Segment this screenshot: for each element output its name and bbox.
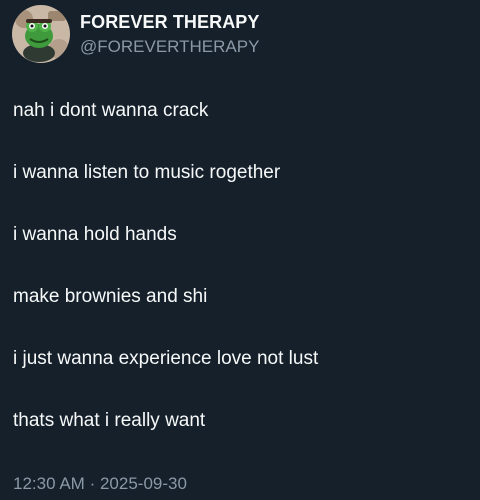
tweet-line: make brownies and shi (13, 286, 208, 307)
timestamp-separator: · (89, 474, 96, 493)
tweet-header: FOREVER THERAPY @FOREVERTHERAPY (12, 2, 260, 66)
tweet-line: i wanna hold hands (13, 224, 177, 245)
tweet-line: nah i dont wanna crack (13, 100, 209, 121)
tweet-date[interactable]: 2025-09-30 (100, 474, 187, 493)
display-name[interactable]: FOREVER THERAPY (80, 11, 260, 33)
frog-avatar-icon (12, 5, 70, 63)
tweet-line: thats what i really want (13, 410, 206, 431)
tweet-timestamp[interactable]: 12:30 AM · 2025-09-30 (13, 473, 187, 495)
user-handle[interactable]: @FOREVERTHERAPY (80, 36, 260, 58)
tweet-line: i just wanna experience love not lust (13, 348, 319, 369)
avatar[interactable] (12, 5, 70, 63)
tweet-line: i wanna listen to music rogether (13, 162, 281, 183)
tweet-card: FOREVER THERAPY @FOREVERTHERAPY nah i do… (0, 0, 480, 500)
tweet-text: nah i dont wanna crack i wanna listen to… (13, 98, 473, 470)
author-names: FOREVER THERAPY @FOREVERTHERAPY (80, 11, 260, 58)
tweet-time[interactable]: 12:30 AM (13, 474, 85, 493)
